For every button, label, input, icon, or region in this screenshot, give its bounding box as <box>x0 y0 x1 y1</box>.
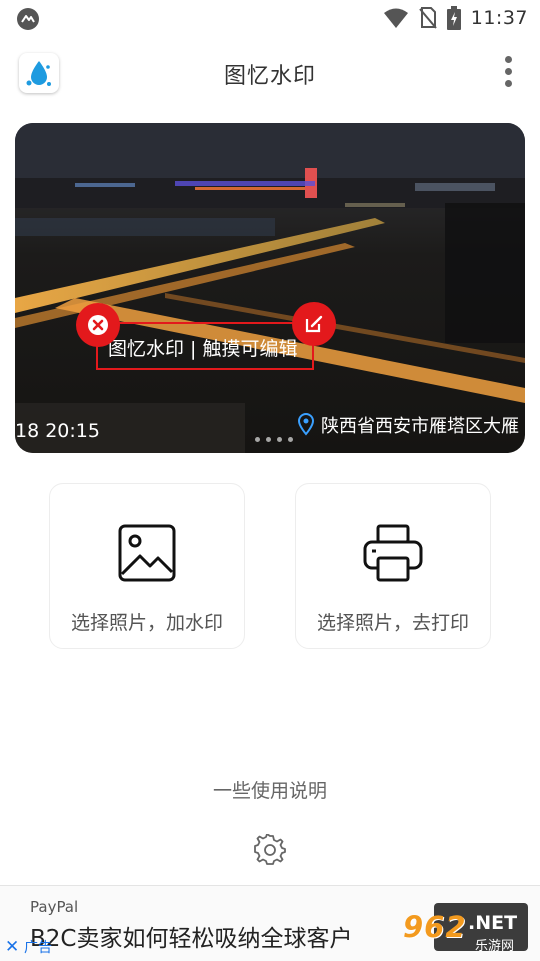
status-bar: 11:37 <box>0 0 540 36</box>
print-photo-label: 选择照片，去打印 <box>316 612 469 634</box>
preview-carousel[interactable] <box>15 123 525 453</box>
battery-charging-icon <box>446 6 461 30</box>
carousel-dot[interactable] <box>266 437 271 442</box>
site-watermark-number: 962 <box>403 910 467 944</box>
status-time: 11:37 <box>470 7 528 29</box>
photo-location: 陕西省西安市雁塔区大雁 <box>321 416 519 437</box>
site-watermark-subtitle: 乐游网 <box>475 939 515 954</box>
add-watermark-card[interactable]: 选择照片，加水印 <box>49 483 245 649</box>
close-circle-icon <box>88 315 108 335</box>
wifi-icon <box>383 8 408 28</box>
location-pin-icon <box>297 412 315 436</box>
ad-banner[interactable]: PayPal B2C卖家如何轻松吸纳全球客户 962 .NET 乐游网 ✕ 广告 <box>0 885 540 961</box>
ad-label: 广告 <box>24 940 52 956</box>
site-watermark-suffix: .NET <box>468 912 518 934</box>
ad-brand: PayPal <box>30 898 79 916</box>
gear-icon[interactable] <box>254 834 286 866</box>
night-city-photo <box>15 123 525 453</box>
remove-watermark-button[interactable] <box>76 303 120 347</box>
overflow-menu-icon[interactable] <box>502 56 514 90</box>
page-title: 图忆水印 <box>223 64 316 89</box>
no-sim-icon <box>418 7 437 29</box>
cast-icon <box>17 8 39 30</box>
carousel-dot[interactable] <box>277 437 282 442</box>
edit-icon <box>305 315 323 333</box>
app-bar: 图忆水印 <box>0 36 540 110</box>
carousel-dot[interactable] <box>288 437 293 442</box>
help-link[interactable]: 一些使用说明 <box>0 776 540 803</box>
image-icon <box>118 524 176 582</box>
ad-headline[interactable]: B2C卖家如何轻松吸纳全球客户 <box>30 919 352 953</box>
carousel-dot[interactable] <box>255 437 260 442</box>
printer-icon <box>363 524 423 582</box>
close-icon[interactable]: ✕ <box>5 939 19 956</box>
watermark-text[interactable]: 图忆水印 | 触摸可编辑 <box>108 334 297 361</box>
carousel-indicator <box>255 437 293 442</box>
print-photo-card[interactable]: 选择照片，去打印 <box>295 483 491 649</box>
photo-timestamp: 18 20:15 <box>15 420 100 442</box>
add-watermark-label: 选择照片，加水印 <box>70 612 223 634</box>
edit-watermark-button[interactable] <box>292 302 336 346</box>
